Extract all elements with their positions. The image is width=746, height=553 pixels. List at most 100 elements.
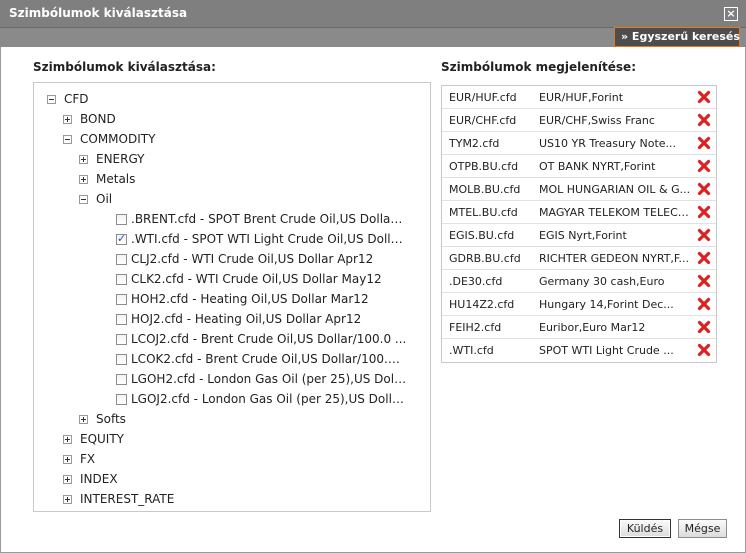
symbol-desc: MAGYAR TELEKOM TELECO... <box>539 206 691 219</box>
tree-node-label: FX <box>80 452 96 466</box>
delete-icon[interactable] <box>697 182 711 196</box>
tree-leaf-label: LGOH2.cfd - London Gas Oil (per 25),US D… <box>131 372 407 386</box>
tree-leaf-label: HOH2.cfd - Heating Oil,US Dollar Mar12 <box>131 292 369 306</box>
checkbox[interactable] <box>116 353 127 365</box>
list-item: EGIS.BU.cfd EGIS Nyrt,Forint <box>442 224 716 247</box>
checkbox[interactable] <box>116 293 127 305</box>
delete-icon[interactable] <box>697 297 711 311</box>
tree-leaf-label: .BRENT.cfd - SPOT Brent Crude Oil,US Dol… <box>131 212 407 226</box>
list-item: MOLB.BU.cfd MOL HUNGARIAN OIL & G... <box>442 178 716 201</box>
symbol-desc: US10 YR Treasury Note... <box>539 137 677 150</box>
symbol-desc: EGIS Nyrt,Forint <box>539 229 627 242</box>
collapse-icon[interactable] <box>79 194 88 204</box>
symbol-code: .WTI.cfd <box>449 344 494 357</box>
tree-node-softs[interactable]: Softs <box>79 409 126 429</box>
symbol-code: TYM2.cfd <box>449 137 500 150</box>
symbol-desc: Germany 30 cash,Euro <box>539 275 665 288</box>
tree-leaf-lcok2[interactable]: LCOK2.cfd - Brent Crude Oil,US Dollar/10… <box>116 349 407 369</box>
dialog-titlebar: Szimbólumok kiválasztása × <box>0 0 746 28</box>
list-item: HU14Z2.cfd Hungary 14,Forint Dec... <box>442 293 716 316</box>
tree-node-label: CFD <box>64 92 89 106</box>
tree-leaf-label: HOJ2.cfd - Heating Oil,US Dollar Apr12 <box>131 312 362 326</box>
tree-leaf-label: CLJ2.cfd - WTI Crude Oil,US Dollar Apr12 <box>131 252 374 266</box>
tree-node-oil[interactable]: Oil <box>79 189 112 209</box>
tree-leaf-lcoj2[interactable]: LCOJ2.cfd - Brent Crude Oil,US Dollar/10… <box>116 329 407 349</box>
tree-node-energy[interactable]: ENERGY <box>79 149 145 169</box>
tree-leaf-label: .WTI.cfd - SPOT WTI Light Crude Oil,US D… <box>131 232 407 246</box>
tree-node-bond[interactable]: BOND <box>63 109 116 129</box>
checkbox[interactable] <box>116 313 127 325</box>
list-item: FEIH2.cfd Euribor,Euro Mar12 <box>442 316 716 339</box>
delete-icon[interactable] <box>697 274 711 288</box>
list-item: GDRB.BU.cfd RICHTER GEDEON NYRT,F... <box>442 247 716 270</box>
tree-leaf-clj2[interactable]: CLJ2.cfd - WTI Crude Oil,US Dollar Apr12 <box>116 249 407 269</box>
tree-node-index[interactable]: INDEX <box>63 469 118 489</box>
checkbox[interactable] <box>116 253 127 265</box>
delete-icon[interactable] <box>697 251 711 265</box>
expand-icon[interactable] <box>63 494 72 504</box>
symbol-code: EUR/CHF.cfd <box>449 114 517 127</box>
delete-icon[interactable] <box>697 343 711 357</box>
symbol-desc: Euribor,Euro Mar12 <box>539 321 646 334</box>
tree-leaf-lgoh2[interactable]: LGOH2.cfd - London Gas Oil (per 25),US D… <box>116 369 407 389</box>
simple-search-button[interactable]: » Egyszerű keresés <box>614 27 740 47</box>
checkbox[interactable] <box>116 393 127 405</box>
symbol-desc: EUR/HUF,Forint <box>539 91 624 104</box>
tree-node-label: INDEX <box>80 472 118 486</box>
symbol-code: EUR/HUF.cfd <box>449 91 517 104</box>
tree-leaf-lgoj2[interactable]: LGOJ2.cfd - London Gas Oil (per 25),US D… <box>116 389 407 409</box>
checkbox-checked[interactable] <box>116 232 127 245</box>
delete-icon[interactable] <box>697 159 711 173</box>
tree-leaf-label: LCOK2.cfd - Brent Crude Oil,US Dollar/10… <box>131 352 407 366</box>
tree-node-fx[interactable]: FX <box>63 449 95 469</box>
expand-icon[interactable] <box>63 474 72 484</box>
delete-icon[interactable] <box>697 90 711 104</box>
tree-node-equity[interactable]: EQUITY <box>63 429 124 449</box>
symbol-code: OTPB.BU.cfd <box>449 160 519 173</box>
expand-icon[interactable] <box>79 414 88 424</box>
tree-leaf-label: CLK2.cfd - WTI Crude Oil,US Dollar May12 <box>131 272 382 286</box>
tree-leaf-wti[interactable]: .WTI.cfd - SPOT WTI Light Crude Oil,US D… <box>116 229 407 249</box>
tree-leaf-hoh2[interactable]: HOH2.cfd - Heating Oil,US Dollar Mar12 <box>116 289 407 309</box>
checkbox[interactable] <box>116 373 127 385</box>
send-button[interactable]: Küldés <box>619 519 671 538</box>
tree-node-metals[interactable]: Metals <box>79 169 135 189</box>
checkbox[interactable] <box>116 273 127 285</box>
left-heading: Szimbólumok kiválasztása: <box>33 60 216 74</box>
right-heading: Szimbólumok megjelenítése: <box>441 60 636 74</box>
tree-node-cfd[interactable]: CFD <box>47 89 89 109</box>
tree-leaf-label: LCOJ2.cfd - Brent Crude Oil,US Dollar/10… <box>131 332 407 346</box>
tree-leaf-brent[interactable]: .BRENT.cfd - SPOT Brent Crude Oil,US Dol… <box>116 209 407 229</box>
close-icon[interactable]: × <box>724 7 738 21</box>
expand-icon[interactable] <box>79 174 88 184</box>
tree-node-commodity[interactable]: COMMODITY <box>63 129 155 149</box>
delete-icon[interactable] <box>697 320 711 334</box>
collapse-icon[interactable] <box>47 94 56 104</box>
symbol-tree: CFD BOND COMMODITY ENERGY Metals Oil .BR… <box>33 82 431 512</box>
symbol-code: GDRB.BU.cfd <box>449 252 521 265</box>
delete-icon[interactable] <box>697 205 711 219</box>
checkbox[interactable] <box>116 213 127 225</box>
symbol-desc: EUR/CHF,Swiss Franc <box>539 114 655 127</box>
tree-node-label: BOND <box>80 112 116 126</box>
delete-icon[interactable] <box>697 228 711 242</box>
symbol-code: HU14Z2.cfd <box>449 298 515 311</box>
delete-icon[interactable] <box>697 136 711 150</box>
expand-icon[interactable] <box>63 454 72 464</box>
checkbox[interactable] <box>116 333 127 345</box>
list-item: OTPB.BU.cfd OT BANK NYRT,Forint <box>442 155 716 178</box>
tree-leaf-hoj2[interactable]: HOJ2.cfd - Heating Oil,US Dollar Apr12 <box>116 309 407 329</box>
expand-icon[interactable] <box>63 434 72 444</box>
tree-node-label: ENERGY <box>96 152 145 166</box>
tree-node-label: COMMODITY <box>80 132 156 146</box>
cancel-button[interactable]: Mégse <box>678 519 727 538</box>
expand-icon[interactable] <box>79 154 88 164</box>
tree-leaf-clk2[interactable]: CLK2.cfd - WTI Crude Oil,US Dollar May12 <box>116 269 407 289</box>
expand-icon[interactable] <box>63 114 72 124</box>
list-item: .DE30.cfd Germany 30 cash,Euro <box>442 270 716 293</box>
collapse-icon[interactable] <box>63 134 72 144</box>
dialog-title: Szimbólumok kiválasztása <box>9 6 188 20</box>
delete-icon[interactable] <box>697 113 711 127</box>
symbol-desc: OT BANK NYRT,Forint <box>539 160 656 173</box>
tree-node-interest-rate[interactable]: INTEREST_RATE <box>63 489 174 509</box>
